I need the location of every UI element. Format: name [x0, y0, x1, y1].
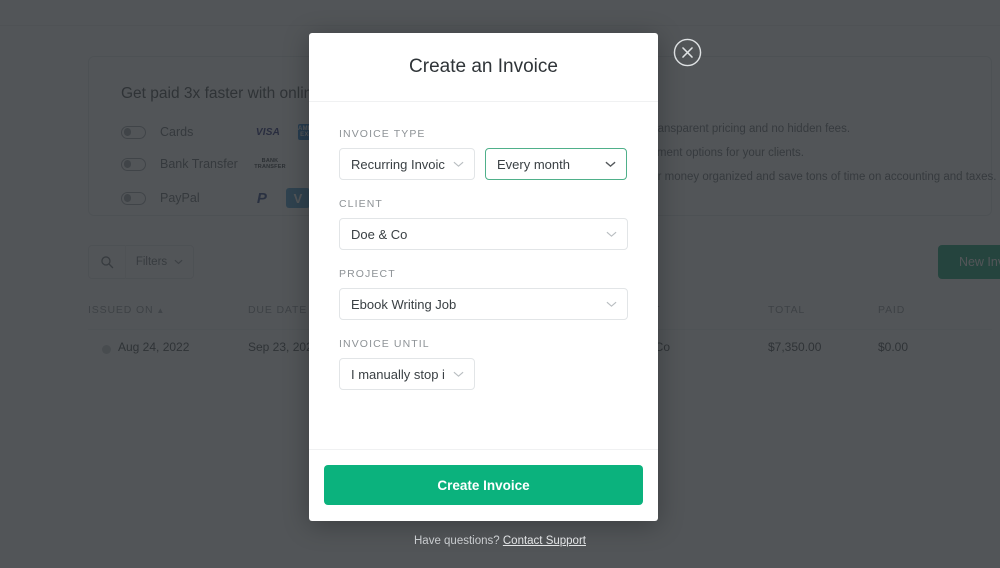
- invoice-until-select[interactable]: I manually stop it: [339, 358, 475, 390]
- field-label: INVOICE TYPE: [339, 128, 426, 140]
- client-select[interactable]: Doe & Co: [339, 218, 628, 250]
- field-label: CLIENT: [339, 198, 383, 210]
- project-select[interactable]: Ebook Writing Job: [339, 288, 628, 320]
- chevron-down-icon: [453, 161, 464, 168]
- recurrence-select[interactable]: Every month: [485, 148, 627, 180]
- invoice-type-select[interactable]: Recurring Invoice: [339, 148, 475, 180]
- invoice-until-value: I manually stop it: [351, 366, 445, 382]
- chevron-down-icon: [605, 161, 616, 168]
- field-invoice-until: INVOICE UNTIL I manually stop it: [339, 338, 628, 390]
- invoice-type-value: Recurring Invoice: [351, 156, 445, 172]
- modal-title: Create an Invoice: [409, 56, 558, 77]
- chevron-down-icon: [606, 301, 617, 308]
- client-value: Doe & Co: [351, 226, 408, 242]
- recurrence-value: Every month: [497, 156, 570, 172]
- project-value: Ebook Writing Job: [351, 296, 457, 312]
- contact-support-link[interactable]: Contact Support: [503, 535, 586, 547]
- field-label: INVOICE UNTIL: [339, 338, 430, 350]
- close-icon[interactable]: [673, 38, 702, 67]
- help-line: Have questions? Contact Support: [0, 535, 1000, 547]
- modal-body: INVOICE TYPE Recurring Invoice Every mon…: [309, 102, 658, 449]
- chevron-down-icon: [453, 371, 464, 378]
- field-client: CLIENT Doe & Co: [339, 198, 628, 250]
- create-invoice-button[interactable]: Create Invoice: [324, 465, 643, 505]
- help-question: Have questions?: [414, 535, 500, 547]
- field-project: PROJECT Ebook Writing Job: [339, 268, 628, 320]
- field-invoice-type: INVOICE TYPE Recurring Invoice Every mon…: [339, 128, 628, 180]
- field-label: PROJECT: [339, 268, 396, 280]
- create-invoice-modal: Create an Invoice INVOICE TYPE Recurring…: [309, 33, 658, 521]
- modal-header: Create an Invoice: [309, 33, 658, 102]
- chevron-down-icon: [606, 231, 617, 238]
- invoice-type-row: Recurring Invoice Every month: [339, 148, 628, 180]
- modal-footer: Create Invoice: [309, 449, 658, 521]
